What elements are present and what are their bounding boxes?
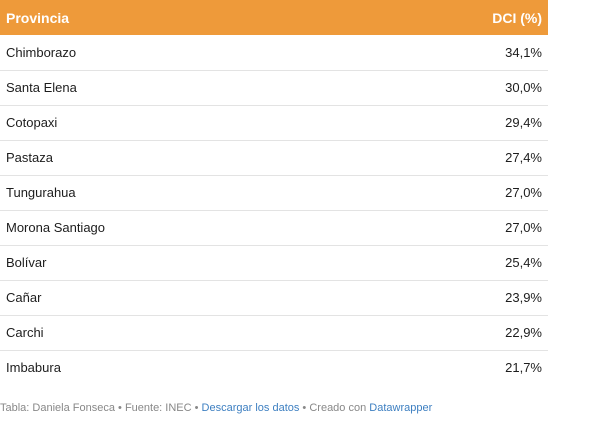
data-table: Provincia DCI (%) Chimborazo 34,1% Santa… xyxy=(0,0,548,385)
table-row: Carchi 22,9% xyxy=(0,315,548,350)
footer-source: Fuente: INEC xyxy=(124,402,192,414)
cell-provincia: Chimborazo xyxy=(6,44,77,60)
cell-provincia: Santa Elena xyxy=(6,80,77,95)
cell-dci: 30,0% xyxy=(505,80,542,95)
cell-provincia: Bolívar xyxy=(6,255,47,270)
table-row: Cañar 23,9% xyxy=(0,280,548,315)
table-header-row: Provincia DCI (%) xyxy=(0,0,548,35)
cell-dci: 27,0% xyxy=(505,220,542,235)
download-data-link[interactable]: Descargar los datos xyxy=(202,402,300,414)
cell-dci: 27,4% xyxy=(505,150,542,165)
footer-separator: • xyxy=(299,402,310,414)
cell-dci: 23,9% xyxy=(505,290,542,305)
table-row: Cotopaxi 29,4% xyxy=(0,105,548,140)
cell-provincia: Carchi xyxy=(6,325,44,340)
table-row: Santa Elena 30,0% xyxy=(0,70,548,105)
cell-provincia: Cañar xyxy=(6,290,42,305)
cell-provincia: Imbabura xyxy=(6,360,61,376)
footer-notes: Tabla: Daniela Fonseca • Fuente: INEC • … xyxy=(0,402,432,414)
cell-dci: 25,4% xyxy=(505,255,542,270)
datawrapper-embed: Provincia DCI (%) Chimborazo 34,1% Santa… xyxy=(0,0,600,427)
datawrapper-link[interactable]: Datawrapper xyxy=(369,402,432,414)
footer-separator: • xyxy=(191,402,202,414)
table-row: Imbabura 21,7% xyxy=(0,350,548,385)
table-row: Tungurahua 27,0% xyxy=(0,175,548,210)
table-row: Bolívar 25,4% xyxy=(0,245,548,280)
cell-dci: 21,7% xyxy=(505,360,542,376)
cell-provincia: Cotopaxi xyxy=(6,115,58,130)
footer-separator: • xyxy=(114,402,125,414)
footer-credit: Tabla: Daniela Fonseca xyxy=(0,402,115,414)
table-row: Morona Santiago 27,0% xyxy=(0,210,548,245)
cell-dci: 29,4% xyxy=(505,115,542,130)
cell-provincia: Morona Santiago xyxy=(6,220,106,235)
cell-dci: 22,9% xyxy=(505,325,542,340)
cell-dci: 34,1% xyxy=(505,44,542,60)
table-row: Pastaza 27,4% xyxy=(0,140,548,175)
column-header-dci[interactable]: DCI (%) xyxy=(274,0,548,35)
cell-provincia: Tungurahua xyxy=(6,185,76,200)
footer-created-with: Creado con xyxy=(309,402,367,414)
cell-provincia: Pastaza xyxy=(6,150,53,165)
table-row: Chimborazo 34,1% xyxy=(0,35,548,70)
column-header-provincia[interactable]: Provincia xyxy=(0,0,274,35)
cell-dci: 27,0% xyxy=(505,185,542,200)
